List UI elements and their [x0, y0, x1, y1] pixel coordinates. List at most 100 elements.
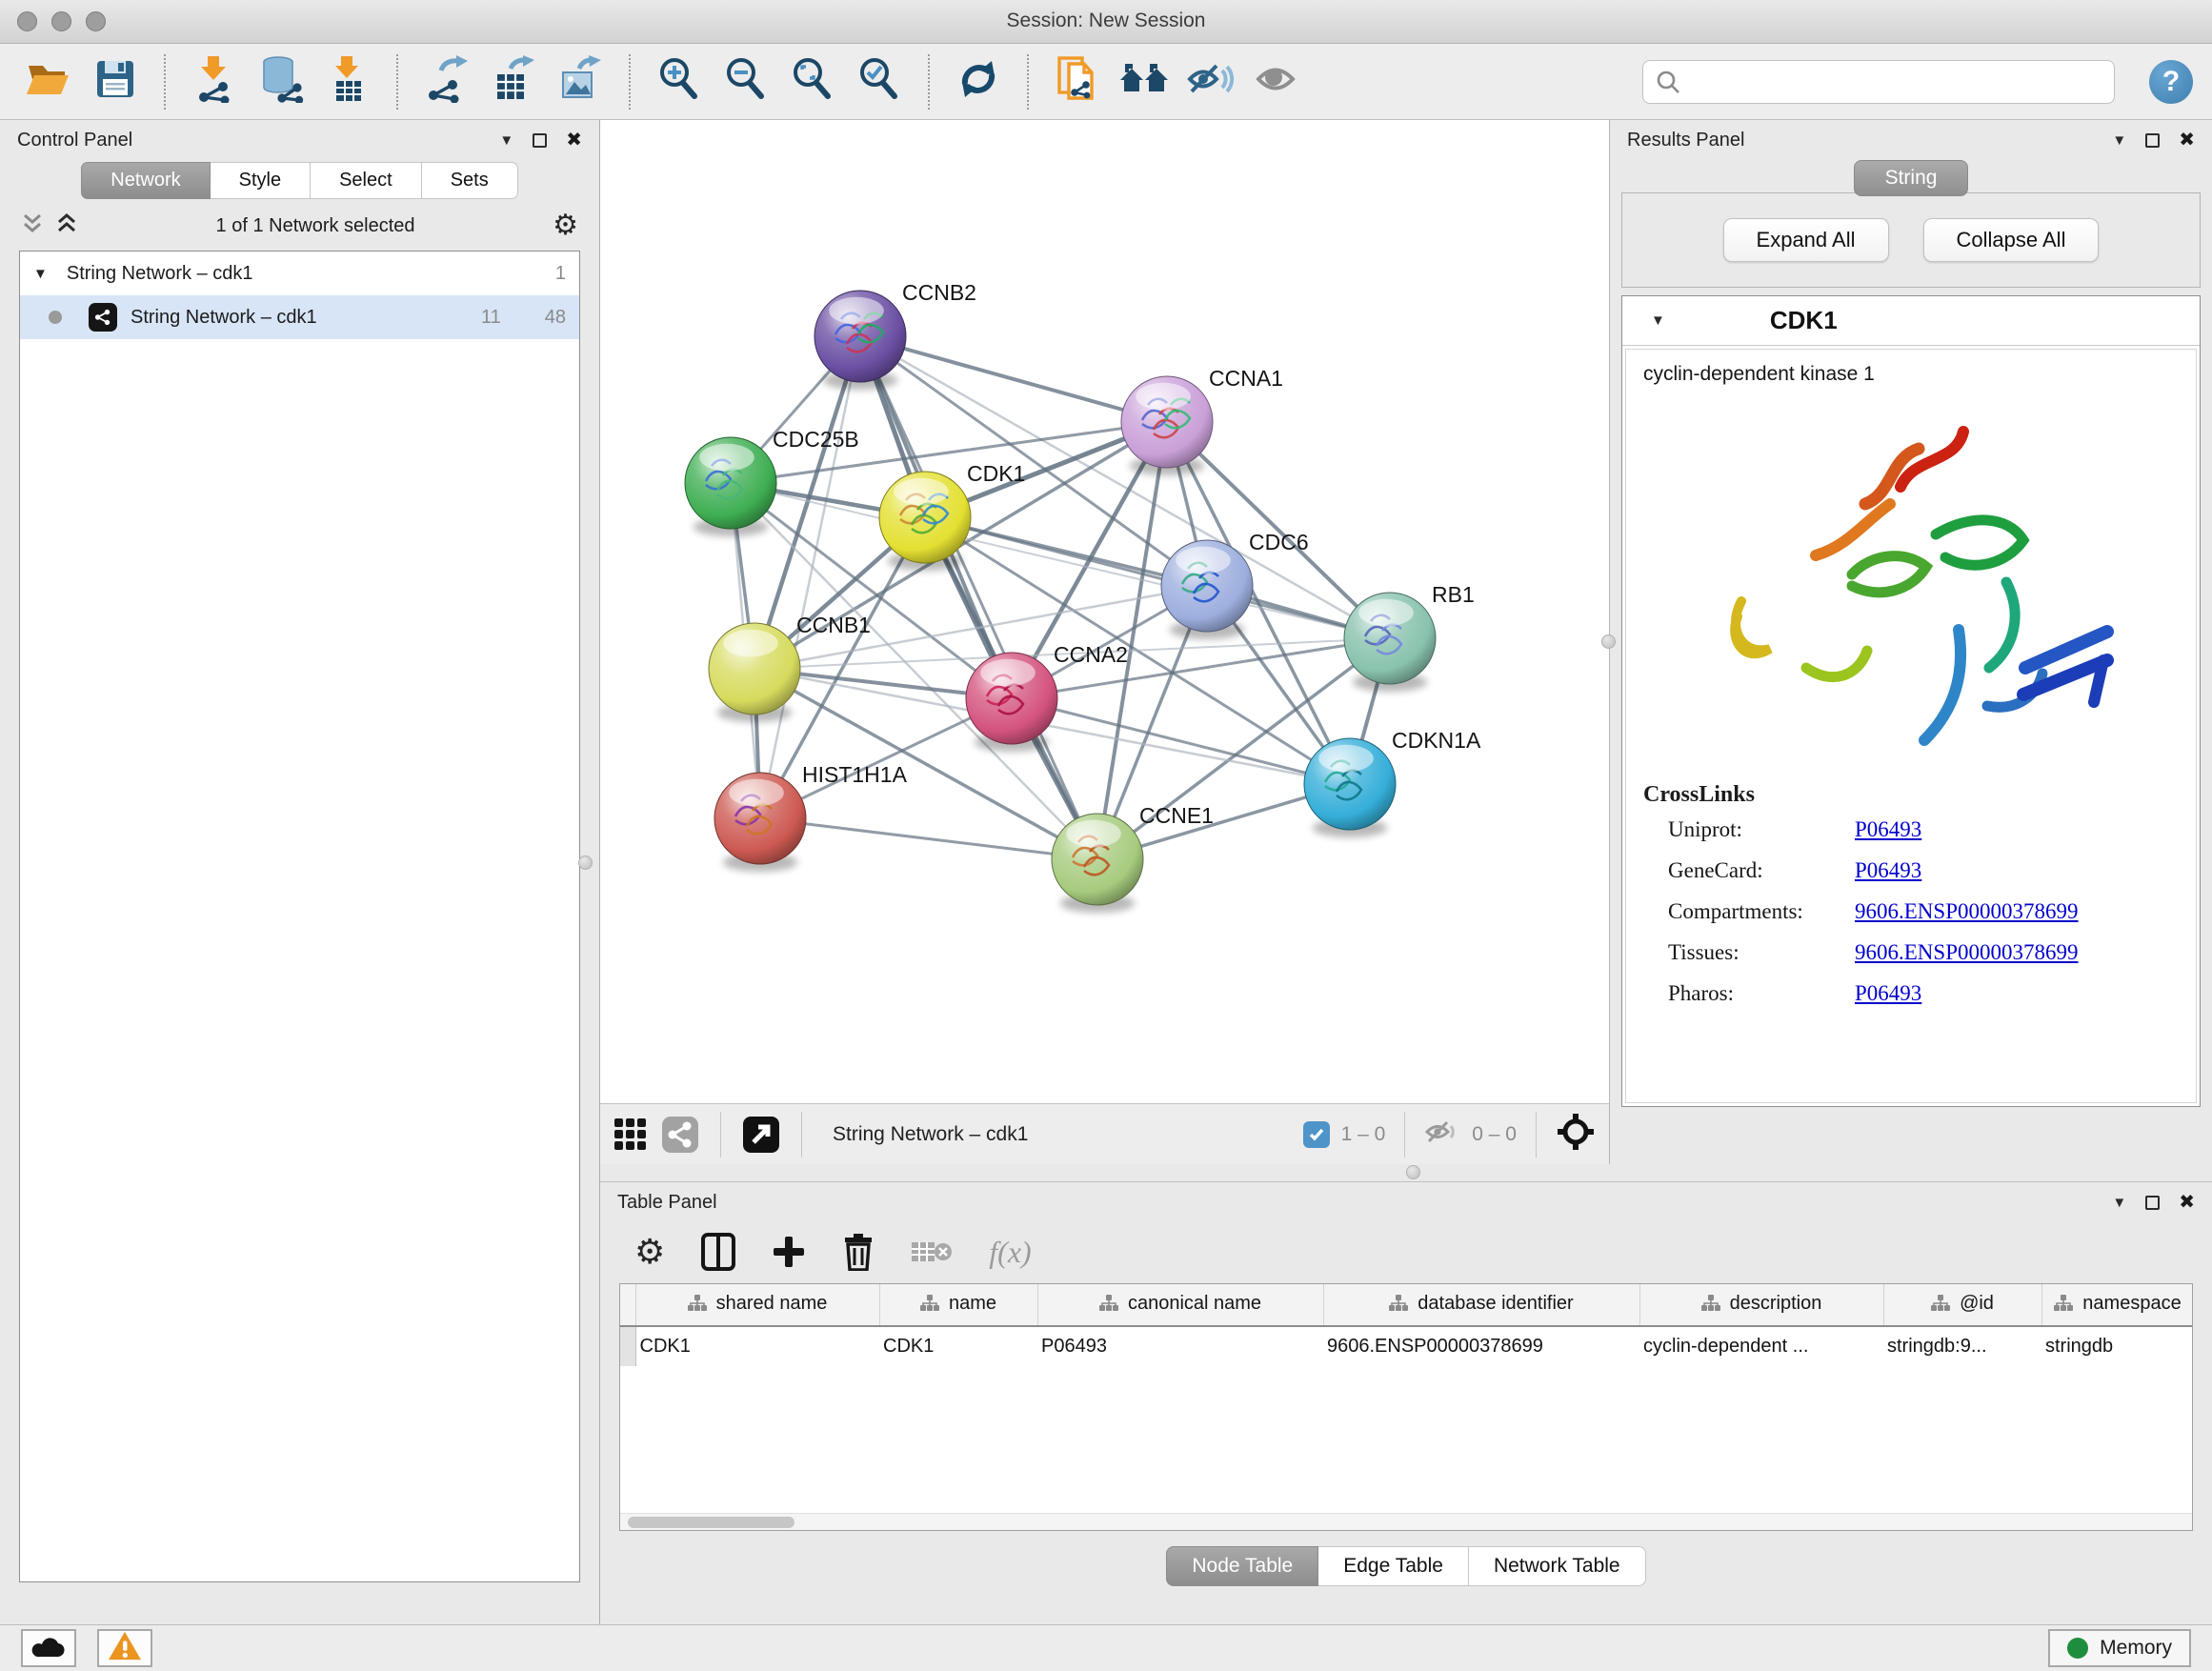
horizontal-divider-grip[interactable]	[1406, 1165, 1420, 1179]
network-row-selected[interactable]: String Network – cdk1 11 48	[20, 295, 579, 339]
zoom-in-button[interactable]	[650, 52, 709, 111]
gene-collapse-icon[interactable]: ▼	[1651, 312, 1665, 329]
right-divider-grip[interactable]	[1601, 634, 1616, 649]
crosslink-link[interactable]: P06493	[1855, 817, 1921, 842]
panel-close-icon[interactable]: ✖	[2179, 1193, 2195, 1212]
table-row[interactable]: CDK1CDK1P064939606.ENSP00000378699cyclin…	[620, 1326, 2193, 1366]
tab-node-table[interactable]: Node Table	[1166, 1546, 1318, 1586]
collapse-all-button[interactable]: Collapse All	[1923, 218, 2100, 262]
panel-close-icon[interactable]: ✖	[2179, 131, 2195, 150]
network-node[interactable]: CDC25B	[685, 427, 859, 536]
tab-network[interactable]: Network	[81, 162, 210, 199]
table-cell[interactable]: cyclin-dependent ...	[1639, 1326, 1883, 1366]
column-header[interactable]: namespace	[2041, 1284, 2193, 1326]
new-network-from-selection-button[interactable]	[1048, 52, 1107, 111]
network-edge[interactable]	[760, 818, 1097, 859]
import-network-file-button[interactable]	[185, 52, 244, 111]
crosslink-link[interactable]: P06493	[1855, 858, 1921, 883]
table-cell[interactable]: stringdb:9...	[1883, 1326, 2041, 1366]
panel-float-icon[interactable]	[533, 133, 547, 148]
network-node[interactable]: CDK1	[879, 461, 1025, 571]
memory-button[interactable]: Memory	[2048, 1629, 2191, 1667]
panel-float-icon[interactable]	[2145, 133, 2160, 148]
panel-float-icon[interactable]	[2145, 1196, 2160, 1210]
network-node[interactable]: RB1	[1344, 582, 1475, 692]
crosslink-link[interactable]: P06493	[1855, 981, 1921, 1006]
show-columns-icon[interactable]	[701, 1233, 735, 1271]
gene-header[interactable]: ▼ CDK1	[1622, 296, 2200, 346]
network-canvas[interactable]: CCNB2CCNA1CDC25BCDK1CDC6RB1CCNB1CCNA2CDK…	[600, 120, 1609, 1103]
scrollbar-thumb[interactable]	[628, 1517, 794, 1528]
hidden-eye-icon[interactable]	[1424, 1117, 1460, 1151]
table-cell[interactable]: P06493	[1037, 1326, 1323, 1366]
crosslink-link[interactable]: 9606.ENSP00000378699	[1855, 899, 2079, 924]
table-cell[interactable]: CDK1	[635, 1326, 879, 1366]
panel-menu-icon[interactable]: ▼	[2112, 1195, 2126, 1211]
help-button[interactable]: ?	[2149, 60, 2193, 104]
birdseye-view-icon[interactable]	[1556, 1112, 1596, 1157]
network-node[interactable]: CCNE1	[1052, 803, 1214, 913]
tab-edge-table[interactable]: Edge Table	[1318, 1546, 1469, 1586]
column-header[interactable]: shared name	[635, 1284, 879, 1326]
network-edge[interactable]	[860, 336, 1167, 422]
delete-column-icon[interactable]	[842, 1233, 875, 1271]
import-table-button[interactable]	[318, 52, 377, 111]
show-all-button[interactable]	[1248, 52, 1307, 111]
export-network-button[interactable]	[417, 52, 476, 111]
row-selector-cell[interactable]	[620, 1326, 635, 1366]
table-options-gear-icon[interactable]: ⚙	[634, 1235, 665, 1269]
node-table[interactable]: shared namenamecanonical namedatabase id…	[619, 1283, 2193, 1531]
collapse-all-icon[interactable]	[21, 211, 44, 241]
collection-expander-icon[interactable]: ▼	[33, 266, 48, 282]
network-node[interactable]: CCNA1	[1121, 366, 1283, 475]
horizontal-divider[interactable]	[600, 1164, 2212, 1181]
network-node[interactable]: CCNB2	[814, 280, 976, 390]
cloud-status-button[interactable]	[21, 1629, 76, 1667]
column-header[interactable]: canonical name	[1037, 1284, 1323, 1326]
zoom-fit-button[interactable]	[783, 52, 842, 111]
network-collection-row[interactable]: ▼ String Network – cdk1 1	[20, 252, 579, 295]
column-header[interactable]: description	[1639, 1284, 1883, 1326]
export-table-button[interactable]	[484, 52, 543, 111]
grid-view-icon[interactable]	[613, 1117, 648, 1152]
open-session-button[interactable]	[19, 52, 78, 111]
expand-all-icon[interactable]	[55, 211, 78, 241]
save-session-button[interactable]	[86, 52, 145, 111]
add-column-icon[interactable]	[772, 1235, 806, 1269]
network-options-gear-icon[interactable]: ⚙	[553, 211, 578, 240]
import-network-database-button[interactable]	[251, 52, 311, 111]
apply-layout-button[interactable]	[949, 52, 1008, 111]
table-cell[interactable]: 9606.ENSP00000378699	[1323, 1326, 1639, 1366]
table-horizontal-scrollbar[interactable]	[620, 1513, 2192, 1530]
open-in-new-window-icon[interactable]	[742, 1116, 780, 1154]
hide-selected-button[interactable]	[1181, 52, 1240, 111]
selected-nodes-checkbox[interactable]	[1303, 1121, 1330, 1148]
tab-style[interactable]: Style	[211, 162, 311, 199]
crosslink-link[interactable]: 9606.ENSP00000378699	[1855, 940, 2079, 965]
left-divider-grip[interactable]	[578, 856, 593, 870]
zoom-out-button[interactable]	[716, 52, 775, 111]
panel-menu-icon[interactable]: ▼	[499, 132, 513, 149]
tab-select[interactable]: Select	[311, 162, 422, 199]
network-edge[interactable]	[925, 517, 1390, 638]
network-node[interactable]: CCNB1	[709, 613, 871, 722]
zoom-selected-button[interactable]	[850, 52, 909, 111]
tab-string[interactable]: String	[1854, 160, 1969, 196]
warnings-button[interactable]	[97, 1629, 152, 1667]
panel-close-icon[interactable]: ✖	[566, 131, 582, 150]
panel-menu-icon[interactable]: ▼	[2112, 132, 2126, 149]
column-header[interactable]: name	[879, 1284, 1037, 1326]
network-edge[interactable]	[760, 336, 860, 818]
network-node[interactable]: CDKN1A	[1304, 728, 1481, 837]
column-header[interactable]: database identifier	[1323, 1284, 1639, 1326]
tab-network-table[interactable]: Network Table	[1469, 1546, 1646, 1586]
tab-sets[interactable]: Sets	[422, 162, 518, 199]
network-node[interactable]: HIST1H1A	[714, 762, 908, 872]
table-cell[interactable]: stringdb	[2041, 1326, 2193, 1366]
export-image-button[interactable]	[551, 52, 610, 111]
first-neighbors-button[interactable]	[1115, 52, 1174, 111]
table-cell[interactable]: CDK1	[879, 1326, 1037, 1366]
search-input[interactable]	[1642, 60, 2115, 104]
network-view-share-icon[interactable]	[661, 1116, 699, 1154]
expand-all-button[interactable]: Expand All	[1723, 218, 1889, 262]
